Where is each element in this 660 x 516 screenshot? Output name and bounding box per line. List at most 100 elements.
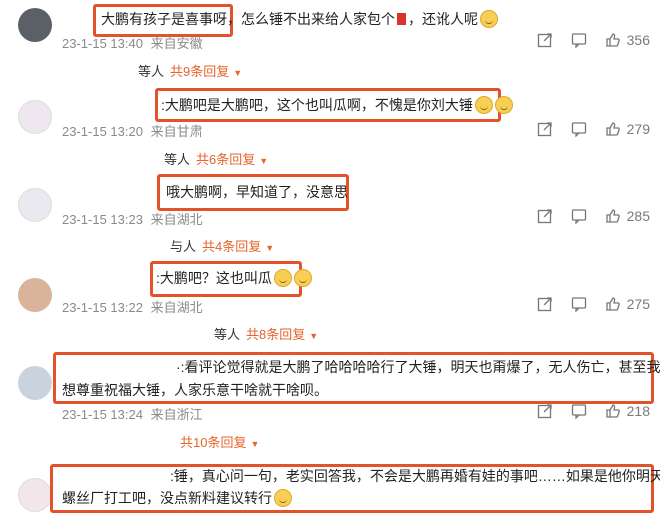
comment-icon [571, 33, 586, 48]
timestamp: 23-1-15 13:40 [62, 36, 143, 51]
reply-summary[interactable]: 共10条回复 ▼ [180, 432, 259, 451]
chevron-down-icon: ▼ [250, 439, 260, 449]
comment-button[interactable] [571, 403, 587, 419]
like-count: 356 [626, 32, 650, 48]
share-button[interactable] [537, 121, 553, 137]
like-count: 275 [626, 296, 650, 312]
chevron-down-icon: ▼ [265, 243, 275, 253]
share-button[interactable] [537, 296, 553, 312]
smile-emoji-icon [480, 10, 498, 28]
like-count: 218 [626, 403, 650, 419]
like-icon [605, 122, 620, 136]
comment-body-line1: :锤，真心问一句，老实回答我，不会是大鹏再婚有娃的事吧……如果是他你明天就去 [170, 468, 660, 484]
comment-body: 哦大鹏啊，早知道了，没意思 [166, 184, 348, 200]
comment-meta: 23-1-15 13:40 来自安徽 [62, 33, 203, 52]
reply-count[interactable]: 共10条回复 [180, 435, 246, 450]
share-icon [537, 209, 552, 224]
reply-prefix: 等人 [214, 327, 241, 342]
avatar[interactable] [18, 8, 52, 42]
avatar[interactable] [18, 278, 52, 312]
reply-summary[interactable]: 等人 共6条回复 ▼ [164, 149, 268, 168]
comment-meta: 23-1-15 13:23 来自湖北 [62, 209, 203, 228]
chevron-down-icon: ▼ [233, 68, 243, 78]
avatar[interactable] [18, 100, 52, 134]
comment-body-line2: 螺丝厂打工吧，没点新料建议转行 [62, 490, 272, 506]
comment-actions: 275 [537, 296, 650, 312]
like-count: 279 [626, 121, 650, 137]
laugh-cry-emoji-icon [273, 269, 292, 287]
share-button[interactable] [537, 32, 553, 48]
timestamp: 23-1-15 13:22 [62, 300, 143, 315]
comment-meta: 23-1-15 13:20 来自甘肃 [62, 121, 203, 140]
timestamp: 23-1-15 13:20 [62, 124, 143, 139]
comment-icon [571, 404, 586, 419]
comment-text: :锤，真心问一句，老实回答我，不会是大鹏再婚有娃的事吧……如果是他你明天就去 [170, 466, 660, 486]
reply-count[interactable]: 共6条回复 [196, 152, 255, 167]
like-icon [605, 209, 620, 223]
share-icon [537, 404, 552, 419]
smile-emoji-icon [274, 489, 292, 507]
comment-actions: 279 [537, 121, 650, 137]
chevron-down-icon: ▼ [309, 331, 319, 341]
comment-meta: 23-1-15 13:22 来自湖北 [62, 297, 203, 316]
comment-body: :大鹏吧是大鹏吧，这个也叫瓜啊，不愧是你刘大锤 [161, 97, 473, 113]
reply-summary[interactable]: 等人 共9条回复 ▼ [138, 61, 242, 80]
red-packet-icon [397, 13, 406, 25]
comment-text: ·:看评论觉得就是大鹏了哈哈哈哈行了大锤，明天也甭爆了，无人伤亡，甚至我还 [176, 357, 660, 377]
comment-body: 大鹏有孩子是喜事呀，怎么锤不出来给人家包个 [101, 11, 395, 27]
like-icon [605, 404, 620, 418]
like-button[interactable]: 279 [605, 121, 650, 137]
reply-count[interactable]: 共9条回复 [170, 64, 229, 79]
avatar[interactable] [18, 188, 52, 222]
location: 来自安徽 [150, 36, 203, 51]
comment-actions: 285 [537, 208, 650, 224]
reply-summary[interactable]: 等人 共8条回复 ▼ [214, 324, 318, 343]
avatar[interactable] [18, 366, 52, 400]
like-button[interactable]: 218 [605, 403, 650, 419]
comment-text: 哦大鹏啊，早知道了，没意思 [166, 182, 348, 202]
like-count: 285 [626, 208, 650, 224]
comment-button[interactable] [571, 121, 587, 137]
location: 来自浙江 [150, 407, 203, 422]
reply-summary[interactable]: 与人 共4条回复 ▼ [170, 236, 274, 255]
like-icon [605, 297, 620, 311]
comment-button[interactable] [571, 208, 587, 224]
share-button[interactable] [537, 208, 553, 224]
reply-count[interactable]: 共8条回复 [246, 327, 305, 342]
comment-button[interactable] [571, 32, 587, 48]
comment-button[interactable] [571, 296, 587, 312]
comment-body: :大鹏吧？这也叫瓜 [156, 270, 272, 286]
comment-body-suffix: ，还讹人呢 [408, 11, 478, 27]
comment-meta: 23-1-15 13:24 来自浙江 [62, 404, 203, 423]
like-icon [605, 33, 620, 47]
location: 来自湖北 [150, 300, 203, 315]
comment-icon [571, 209, 586, 224]
comment-body-line2: 想尊重祝福大锤，人家乐意干啥就干啥呗。 [62, 382, 328, 398]
comment-text: :大鹏吧？这也叫瓜 [156, 268, 312, 288]
avatar[interactable] [18, 478, 52, 512]
laugh-cry-emoji-icon [293, 269, 312, 287]
timestamp: 23-1-15 13:23 [62, 212, 143, 227]
smile-emoji-icon [494, 96, 513, 114]
like-button[interactable]: 275 [605, 296, 650, 312]
share-button[interactable] [537, 403, 553, 419]
comment-text: 大鹏有孩子是喜事呀，怎么锤不出来给人家包个 ，还讹人呢 [101, 9, 498, 29]
comment-icon [571, 297, 586, 312]
reply-prefix: 与人 [170, 239, 197, 254]
comment-text: 想尊重祝福大锤，人家乐意干啥就干啥呗。 [62, 380, 328, 400]
timestamp: 23-1-15 13:24 [62, 407, 143, 422]
reply-prefix: 等人 [138, 64, 165, 79]
reply-prefix: 等人 [164, 152, 191, 167]
like-button[interactable]: 356 [605, 32, 650, 48]
like-button[interactable]: 285 [605, 208, 650, 224]
comment-actions: 218 [537, 403, 650, 419]
comment-icon [571, 122, 586, 137]
chevron-down-icon: ▼ [259, 156, 269, 166]
comment-actions: 356 [537, 32, 650, 48]
comment-body-line1: ·:看评论觉得就是大鹏了哈哈哈哈行了大锤，明天也甭爆了，无人伤亡，甚至我还 [176, 359, 660, 375]
comment-text: :大鹏吧是大鹏吧，这个也叫瓜啊，不愧是你刘大锤 [161, 95, 513, 115]
share-icon [537, 122, 552, 137]
share-icon [537, 33, 552, 48]
reply-count[interactable]: 共4条回复 [202, 239, 261, 254]
comment-text: 螺丝厂打工吧，没点新料建议转行 [62, 488, 292, 508]
